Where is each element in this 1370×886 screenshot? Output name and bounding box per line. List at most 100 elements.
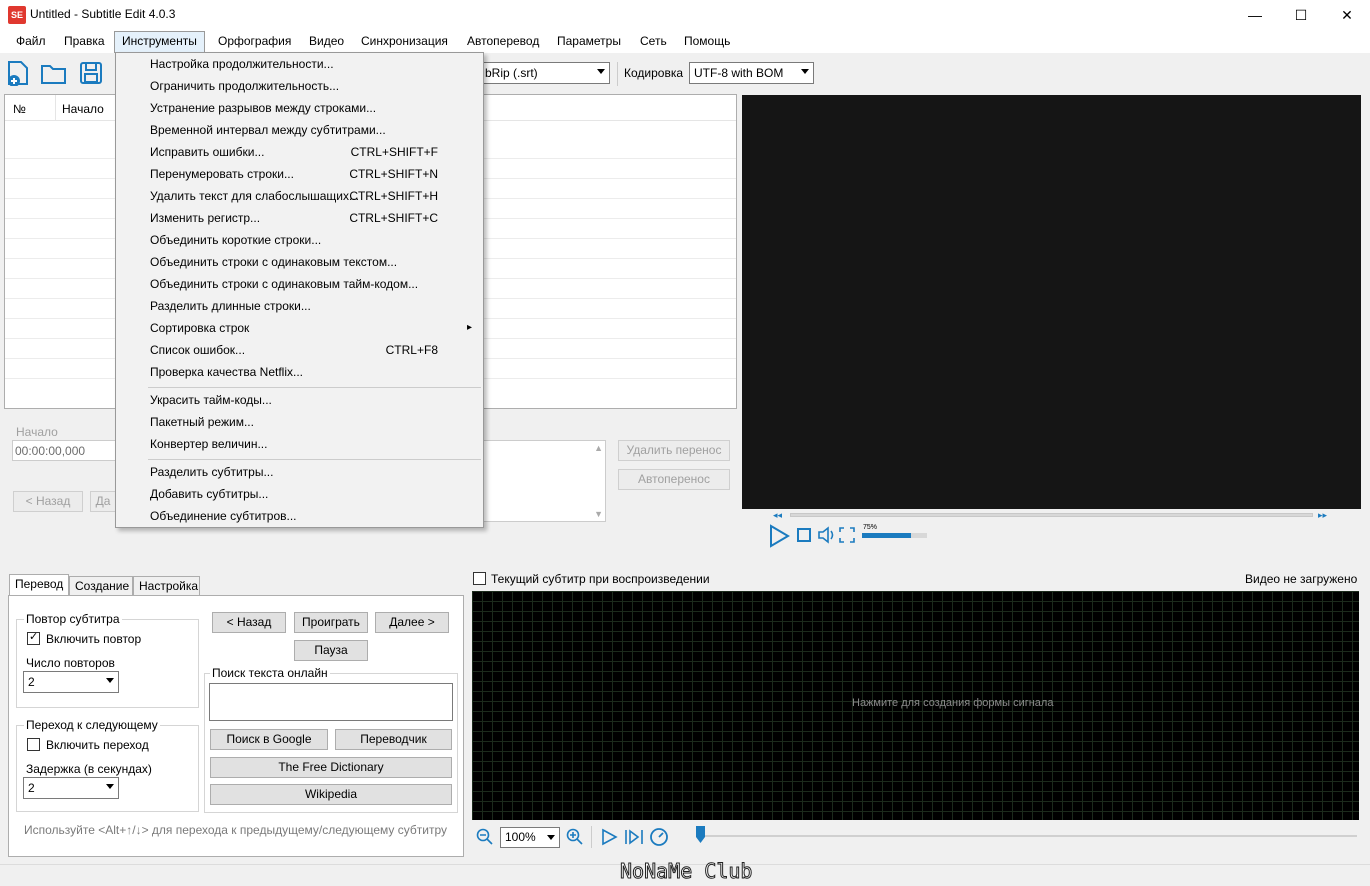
- status-bar: NoNaMe Club: [0, 859, 1370, 886]
- menu-item-beautify-timecodes[interactable]: Украсить тайм-коды...: [150, 389, 470, 411]
- volume-fill: [862, 533, 911, 538]
- play-selection-icon[interactable]: [624, 828, 644, 846]
- menu-options[interactable]: Параметры: [557, 34, 621, 48]
- menu-help[interactable]: Помощь: [684, 34, 730, 48]
- waveform-position-slider[interactable]: [696, 826, 705, 843]
- seek-forward-icon[interactable]: ▸▸: [1318, 510, 1334, 521]
- volume-percent: 75%: [863, 524, 878, 531]
- next-button[interactable]: Далее >: [375, 612, 449, 633]
- zoom-select[interactable]: 100%: [500, 827, 560, 848]
- zoom-out-icon[interactable]: [476, 828, 494, 846]
- maximize-button[interactable]: ☐: [1278, 0, 1324, 30]
- menu-video[interactable]: Видео: [309, 34, 344, 48]
- auto-continue-checkbox[interactable]: [27, 738, 40, 751]
- navigation-hint: Используйте <Alt+↑/↓> для перехода к пре…: [24, 823, 448, 837]
- volume-icon[interactable]: [817, 526, 837, 544]
- menu-item-append-subtitles[interactable]: Добавить субтитры...: [150, 483, 470, 505]
- fullscreen-icon[interactable]: [839, 527, 855, 543]
- window-title: Untitled - Subtitle Edit 4.0.3: [30, 7, 176, 21]
- menu-item-min-gap[interactable]: Временной интервал между субтитрами...: [150, 119, 470, 141]
- save-icon[interactable]: [78, 60, 104, 86]
- seek-back-icon[interactable]: ◂◂: [773, 510, 789, 521]
- menu-item-batch-convert[interactable]: Пакетный режим...: [150, 411, 470, 433]
- translator-button[interactable]: Переводчик: [335, 729, 452, 750]
- menu-bar: Файл Правка Инструменты Орфография Видео…: [0, 30, 1370, 53]
- free-dictionary-button[interactable]: The Free Dictionary: [210, 757, 452, 778]
- video-status: Видео не загружено: [1245, 572, 1358, 586]
- menu-item-merge-short[interactable]: Объединить короткие строки...: [150, 229, 470, 251]
- menu-sync[interactable]: Синхронизация: [361, 34, 448, 48]
- menu-item-sort-lines[interactable]: Сортировка строк ▸: [150, 317, 472, 339]
- auto-break-button[interactable]: Автоперенос: [618, 469, 730, 490]
- menu-network[interactable]: Сеть: [640, 34, 667, 48]
- close-button[interactable]: ✕: [1324, 0, 1370, 30]
- video-seekbar[interactable]: [790, 513, 1313, 517]
- play-icon[interactable]: [768, 524, 790, 548]
- menu-tools[interactable]: Инструменты: [114, 31, 205, 53]
- start-label: Начало: [16, 425, 58, 439]
- minimize-button[interactable]: —: [1232, 0, 1278, 30]
- tab-adjust[interactable]: Настройка: [133, 576, 200, 596]
- encoding-select[interactable]: UTF-8 with BOM: [689, 62, 814, 84]
- menu-item-merge-same-time[interactable]: Объединить строки с одинаковым тайм-кодо…: [150, 273, 470, 295]
- remove-break-button[interactable]: Удалить перенос: [618, 440, 730, 461]
- pause-button[interactable]: Пауза: [294, 640, 368, 661]
- menu-file[interactable]: Файл: [16, 34, 46, 48]
- next-group-label: Переход к следующему: [24, 718, 160, 732]
- repeat-group-label: Повтор субтитра: [24, 612, 122, 626]
- menu-item-split-long[interactable]: Разделить длинные строки...: [150, 295, 470, 317]
- menu-item-change-casing[interactable]: Изменить регистр... CTRL+SHIFT+C: [150, 207, 470, 229]
- auto-continue-label: Включить переход: [46, 738, 149, 752]
- menu-item-unit-converter[interactable]: Конвертер величин...: [150, 433, 470, 455]
- menu-item-fix-errors[interactable]: Исправить ошибки... CTRL+SHIFT+F: [150, 141, 470, 163]
- menu-item-netflix-qc[interactable]: Проверка качества Netflix...: [150, 361, 470, 383]
- zoom-in-icon[interactable]: [566, 828, 584, 846]
- next-subtitle-button[interactable]: Да: [90, 491, 116, 512]
- wikipedia-button[interactable]: Wikipedia: [210, 784, 452, 805]
- waveform-position-track[interactable]: [702, 835, 1357, 837]
- menu-item-remove-hi[interactable]: Удалить текст для слабослышащих... CTRL+S…: [150, 185, 470, 207]
- waveform-area[interactable]: Нажмите для создания формы сигнала: [472, 591, 1359, 820]
- subtitle-text-editor[interactable]: ▲ ▼: [482, 440, 606, 522]
- video-player[interactable]: [742, 95, 1361, 509]
- speed-icon[interactable]: [649, 827, 669, 847]
- waveform-play-icon[interactable]: [600, 828, 618, 846]
- menu-item-bridge-gaps[interactable]: Устранение разрывов между строками...: [150, 97, 470, 119]
- back-button[interactable]: < Назад: [212, 612, 286, 633]
- col-number[interactable]: №: [13, 102, 26, 116]
- menu-item-merge-same-text[interactable]: Объединить строки с одинаковым текстом..…: [150, 251, 470, 273]
- menu-item-error-list[interactable]: Список ошибок... CTRL+F8: [150, 339, 470, 361]
- menu-spellcheck[interactable]: Орфография: [218, 34, 291, 48]
- delay-select[interactable]: 2: [23, 777, 119, 799]
- repeat-count-label: Число повторов: [26, 656, 115, 670]
- menu-item-adjust-durations[interactable]: Настройка продолжительности...: [150, 53, 470, 75]
- tab-create[interactable]: Создание: [69, 576, 133, 596]
- menu-item-limit-durations[interactable]: Ограничить продолжительность...: [150, 75, 470, 97]
- volume-slider[interactable]: [862, 533, 927, 538]
- submenu-arrow-icon: ▸: [466, 322, 472, 333]
- col-start[interactable]: Начало: [62, 102, 104, 116]
- encoding-label: Кодировка: [624, 66, 684, 80]
- start-time-input[interactable]: 00:00:00,000: [12, 440, 116, 461]
- new-file-icon[interactable]: [5, 60, 31, 86]
- open-folder-icon[interactable]: [40, 60, 66, 86]
- format-select[interactable]: bRip (.srt): [470, 62, 610, 84]
- current-subtitle-checkbox[interactable]: [473, 572, 486, 585]
- stop-icon[interactable]: [796, 527, 812, 543]
- prev-subtitle-button[interactable]: < Назад: [13, 491, 83, 512]
- play-button[interactable]: Проиграть: [294, 612, 368, 633]
- delay-label: Задержка (в секундах): [26, 762, 152, 776]
- search-group-label: Поиск текста онлайн: [210, 666, 330, 680]
- tab-translate[interactable]: Перевод: [9, 574, 69, 596]
- search-text-input[interactable]: [209, 683, 453, 721]
- menu-autotranslate[interactable]: Автоперевод: [467, 34, 539, 48]
- menu-item-renumber[interactable]: Перенумеровать строки... CTRL+SHIFT+N: [150, 163, 470, 185]
- waveform-hint: Нажмите для создания формы сигнала: [852, 697, 1054, 709]
- menu-edit[interactable]: Правка: [64, 34, 105, 48]
- menu-item-join-subtitles[interactable]: Объединение субтитров...: [150, 505, 470, 527]
- repeat-check-label: Включить повтор: [46, 632, 142, 646]
- menu-item-split-subtitles[interactable]: Разделить субтитры...: [150, 461, 470, 483]
- google-search-button[interactable]: Поиск в Google: [210, 729, 328, 750]
- repeat-count-select[interactable]: 2: [23, 671, 119, 693]
- repeat-checkbox[interactable]: ✓: [27, 631, 40, 645]
